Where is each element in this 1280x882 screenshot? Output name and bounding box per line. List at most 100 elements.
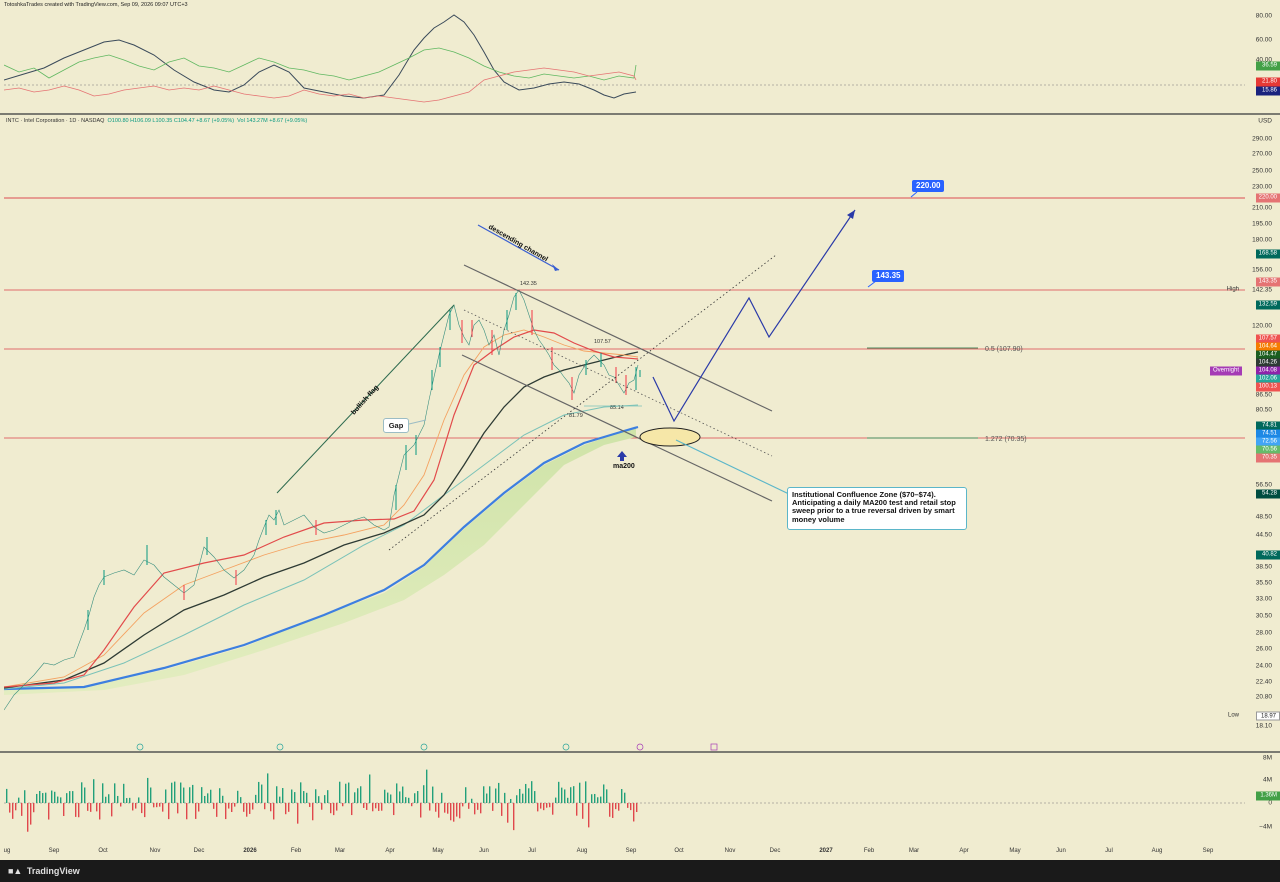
price-axis[interactable]: USD 290.00 270.00 250.00 230.00 210.00 1… xyxy=(1245,115,1280,751)
volume-bar xyxy=(117,795,119,803)
price-badge: 100.13 xyxy=(1255,382,1280,392)
volume-bar xyxy=(312,803,314,821)
time-label: Aug xyxy=(576,848,588,854)
volume-bar xyxy=(321,803,323,810)
volume-bar xyxy=(246,803,248,817)
volume-bar xyxy=(384,789,386,803)
gap-label[interactable]: Gap xyxy=(383,418,409,433)
time-label: Feb xyxy=(863,848,875,854)
symbol-legend[interactable]: INTC · Intel Corporation · 1D · NASDAQ O… xyxy=(6,118,307,124)
volume-bar xyxy=(378,803,380,811)
volume-bar xyxy=(135,803,137,809)
volume-bar xyxy=(48,803,50,820)
volume-bar xyxy=(279,796,281,803)
volume-bar xyxy=(6,788,8,803)
volume-bar xyxy=(609,803,611,817)
time-label: ug xyxy=(3,848,11,854)
volume-bar xyxy=(330,803,332,814)
time-label: Jun xyxy=(479,848,489,854)
volume-bar xyxy=(561,787,563,803)
price-tick: 230.00 xyxy=(1252,183,1272,191)
volume-bar xyxy=(165,789,167,803)
volume-bar xyxy=(285,803,287,815)
volume-bar xyxy=(162,803,164,812)
price-tick: 22.40 xyxy=(1255,678,1272,686)
oscillator-axis: 80.00 60.00 40.00 36.59 21.80 15.86 xyxy=(1245,10,1280,113)
volume-bar xyxy=(93,779,95,803)
volume-bar xyxy=(270,803,272,812)
volume-bar xyxy=(471,798,473,803)
volume-bar xyxy=(192,784,194,803)
volume-bar xyxy=(159,803,161,807)
volume-bar xyxy=(156,803,158,808)
tag-connector-220 xyxy=(910,191,918,198)
volume-bar xyxy=(297,803,299,824)
price-tick: 120.00 xyxy=(1252,322,1272,330)
price-pane[interactable]: bullish flag descending channel 142.35 1… xyxy=(4,115,1245,751)
price-tick: 24.00 xyxy=(1255,662,1272,670)
volume-bar xyxy=(627,803,629,808)
price-badge: 18.97 xyxy=(1256,711,1280,721)
price-tick: 35.50 xyxy=(1255,579,1272,587)
price-tick: 28.00 xyxy=(1255,629,1272,637)
price-tick: 290.00 xyxy=(1252,135,1272,143)
target-tag-220[interactable]: 220.00 xyxy=(912,180,945,192)
volume-bar xyxy=(594,793,596,803)
time-label: 2027 xyxy=(819,848,833,854)
volume-bar xyxy=(39,790,41,803)
volume-bar xyxy=(633,803,635,822)
volume-bar xyxy=(507,803,509,823)
chart-caption: TotoshkaTrades created with TradingView.… xyxy=(0,0,1280,10)
footer-brand: TradingView xyxy=(26,866,80,876)
volume-bar xyxy=(498,782,500,803)
volume-bar xyxy=(123,783,125,803)
time-label: Nov xyxy=(724,848,736,854)
volume-bar xyxy=(15,803,17,811)
volume-bar xyxy=(636,803,638,813)
oscillator-pane[interactable] xyxy=(4,10,1245,113)
ohlc-values: O100.80 H106.09 L100.35 C104.47 +8.67 (+… xyxy=(107,118,235,124)
time-label: Jul xyxy=(1105,848,1113,854)
volume-bar xyxy=(492,803,494,811)
volume-bar xyxy=(513,803,515,831)
time-axis[interactable]: ug Sep Oct Nov Dec 2026 Feb Mar Apr May Jun Jul Aug S… xyxy=(0,846,1245,860)
confluence-zone xyxy=(639,427,701,447)
price-tick: 195.00 xyxy=(1252,220,1272,228)
volume-bar xyxy=(210,789,212,803)
ma-orange xyxy=(4,329,639,688)
confluence-callout[interactable]: Institutional Confluence Zone ($70–$74).… xyxy=(787,487,967,530)
desc-arrow-head xyxy=(552,264,559,271)
time-label: Sep xyxy=(1202,848,1214,854)
price-tick: 38.50 xyxy=(1255,563,1272,571)
volume-bar xyxy=(510,798,512,803)
volume-bar xyxy=(528,788,530,803)
target-tag-143[interactable]: 143.35 xyxy=(872,270,905,282)
volume-bar xyxy=(417,791,419,803)
volume-bar xyxy=(408,797,410,803)
time-label: Feb xyxy=(290,848,302,854)
volume-bar xyxy=(183,787,185,803)
symbol-name: INTC · Intel Corporation · 1D · NASDAQ xyxy=(6,118,105,124)
volume-bar xyxy=(273,803,275,820)
volume-bar xyxy=(27,803,29,832)
volume-bar xyxy=(228,803,230,809)
volume-bar xyxy=(261,784,263,803)
volume-bar xyxy=(543,803,545,811)
volume-pane[interactable] xyxy=(4,753,1245,846)
volume-bar xyxy=(360,786,362,803)
volume-bar xyxy=(57,796,59,803)
volume-bar xyxy=(303,791,305,803)
projection-arrowhead xyxy=(847,210,855,219)
volume-bar xyxy=(372,803,374,812)
volume-tick: −4M xyxy=(1259,823,1272,831)
volume-bar xyxy=(75,803,77,817)
time-label: Sep xyxy=(625,848,637,854)
time-label: Oct xyxy=(98,848,108,854)
volume-bar xyxy=(564,789,566,803)
volume-bar xyxy=(534,791,536,803)
volume-bar xyxy=(141,803,143,814)
volume-bar xyxy=(144,803,146,818)
volume-bar xyxy=(426,769,428,803)
volume-bar xyxy=(12,803,14,819)
volume-bar xyxy=(462,803,464,807)
